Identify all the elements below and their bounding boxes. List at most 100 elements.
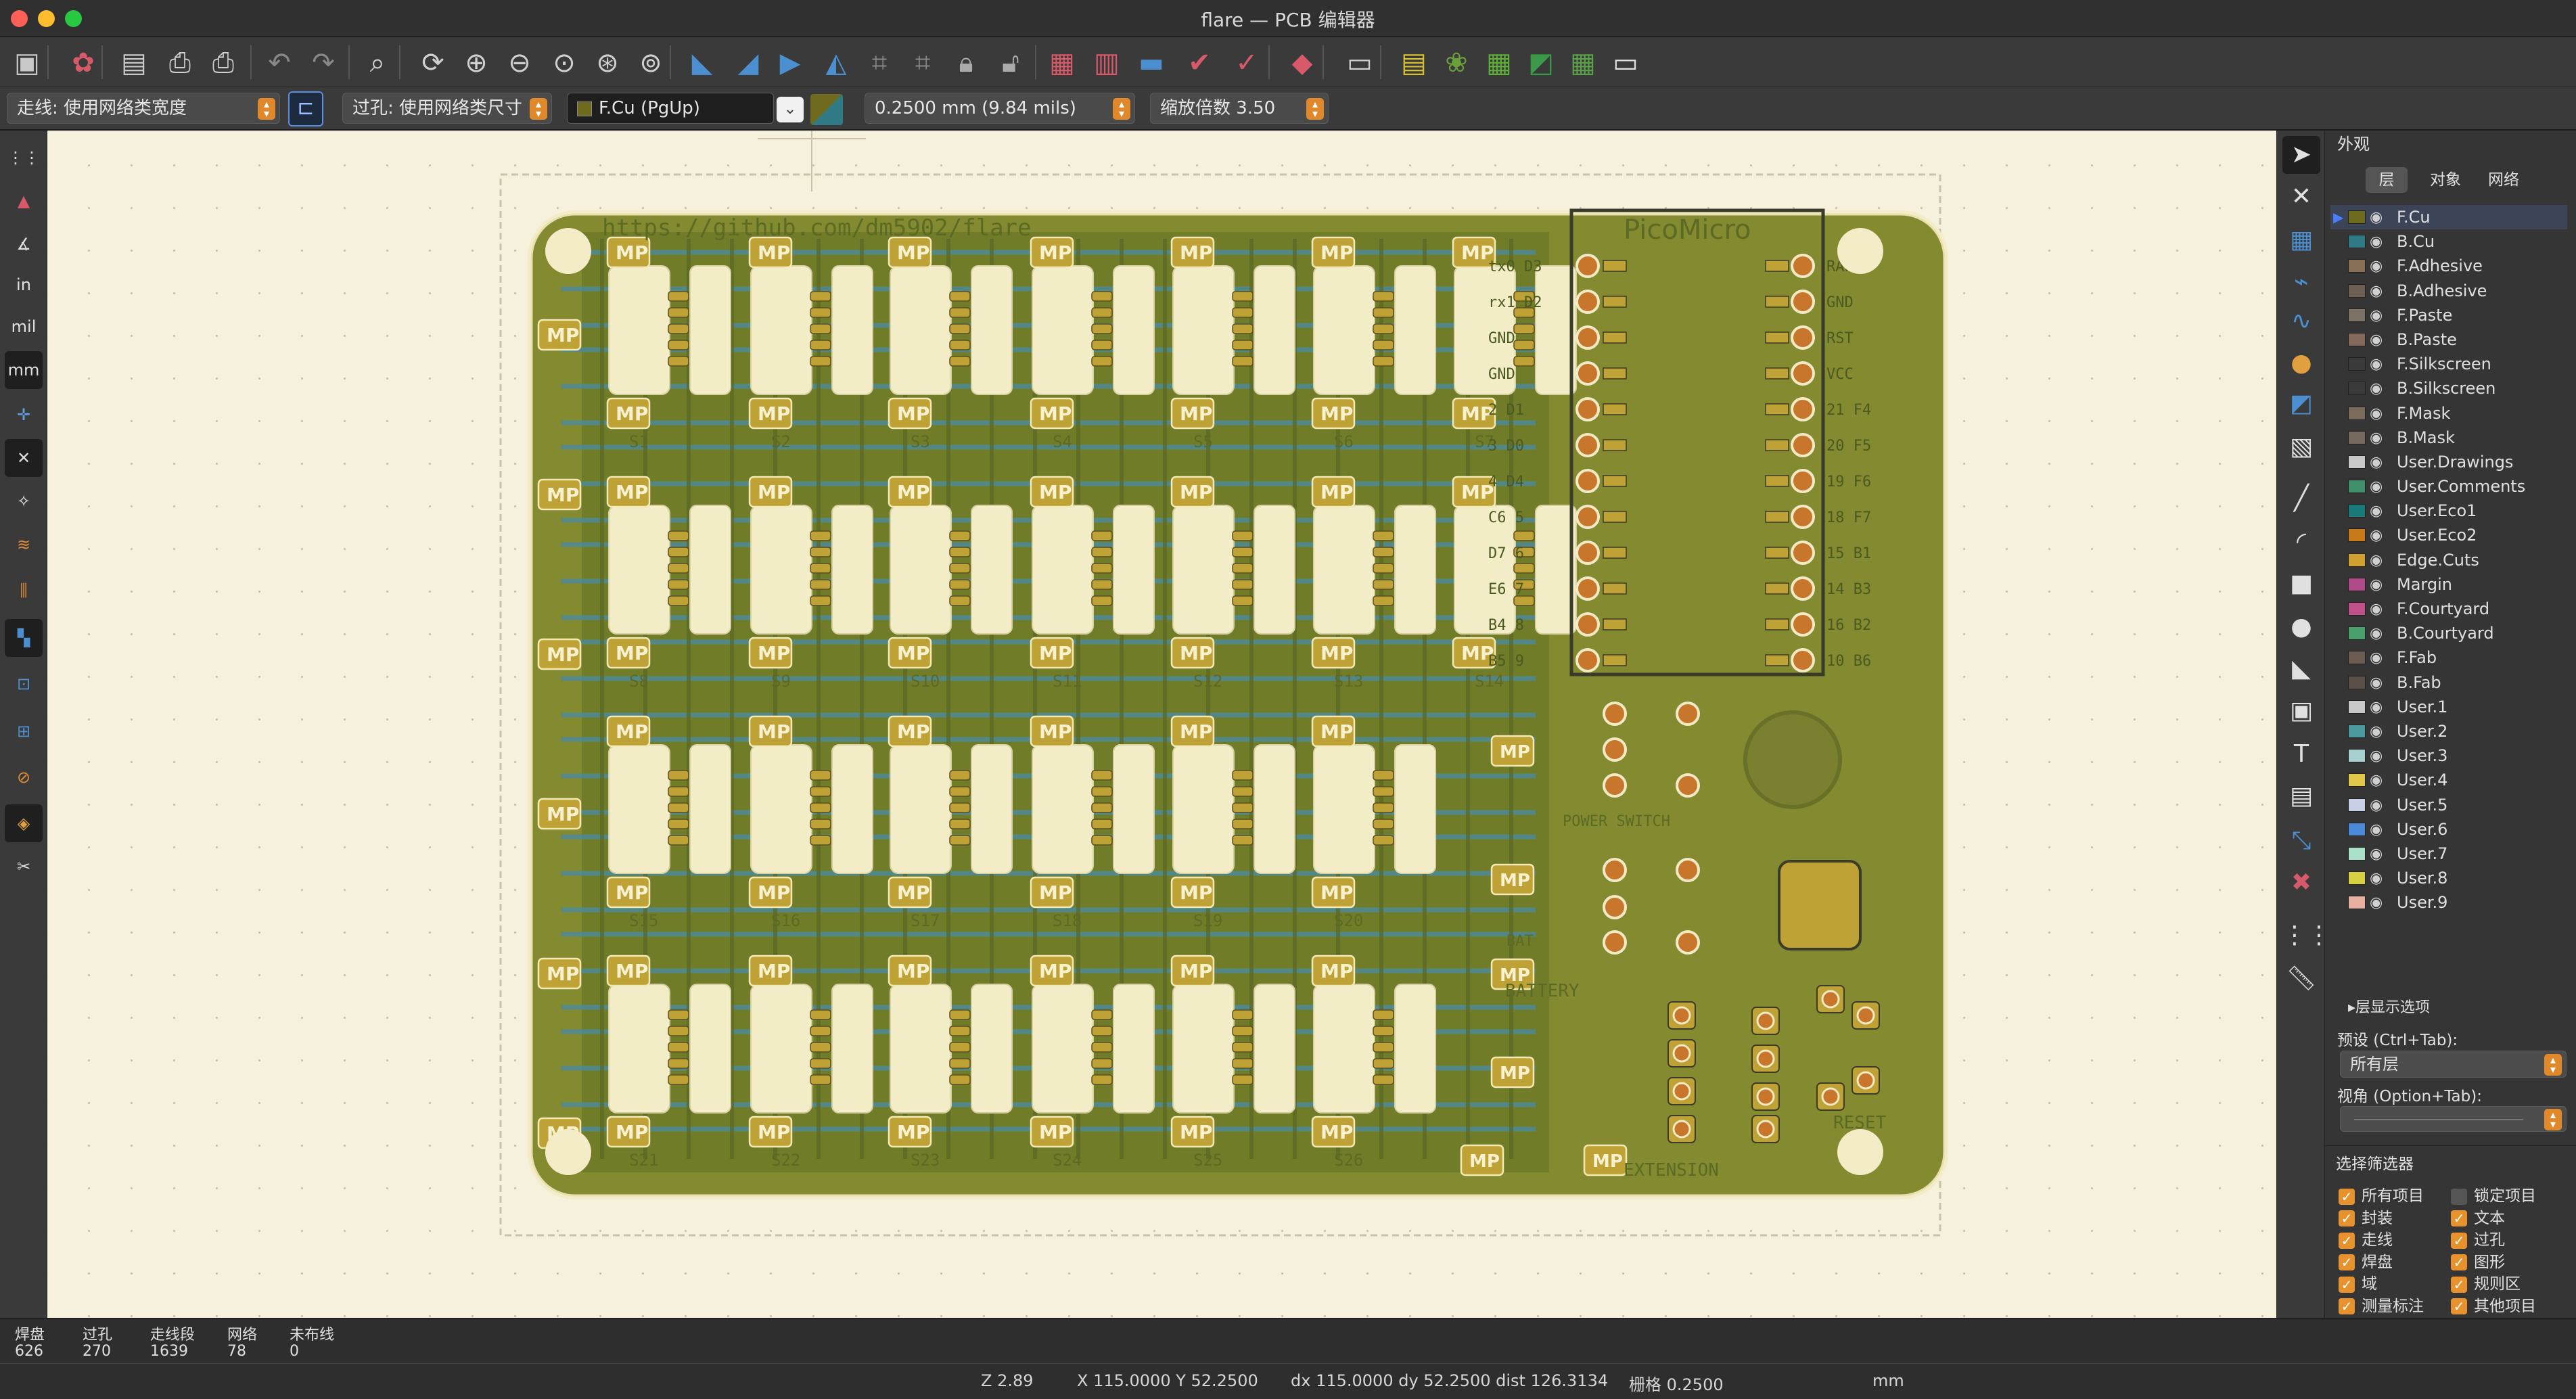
unlock-button[interactable]: 🔓︎ (992, 44, 1030, 82)
layer-row-user-1[interactable]: ◉ User.1 (2330, 695, 2567, 719)
mm-toggle[interactable]: mm (5, 351, 43, 389)
layer-color-swatch[interactable] (2348, 577, 2366, 591)
footprint-editor-button[interactable]: ▥ (1088, 44, 1126, 82)
rotate-cw-button[interactable]: ◢ (729, 44, 767, 82)
layer-color-swatch[interactable] (2348, 798, 2366, 812)
add-image-tool[interactable]: ▣ (2282, 692, 2320, 730)
eye-icon[interactable]: ◉ (2370, 818, 2383, 842)
eye-icon[interactable]: ◉ (2370, 230, 2383, 254)
filter-filters_right-2[interactable]: ✓ 过孔 (2451, 1230, 2505, 1250)
filter-filters_right-4[interactable]: ✓ 规则区 (2451, 1274, 2521, 1294)
eye-icon[interactable]: ◉ (2370, 597, 2383, 622)
zoom-in-button[interactable]: ⊕ (457, 44, 495, 82)
eye-icon[interactable]: ◉ (2370, 328, 2383, 352)
group-button[interactable]: ⌗ (860, 44, 898, 82)
checkbox-icon[interactable]: ✓ (2451, 1188, 2467, 1205)
layer-row-user-3[interactable]: ◉ User.3 (2330, 743, 2567, 768)
layer-row-user-7[interactable]: ◉ User.7 (2330, 842, 2567, 866)
eye-icon[interactable]: ◉ (2370, 549, 2383, 573)
layer-dropdown-button[interactable]: ⌄ (777, 97, 804, 122)
eye-icon[interactable]: ◉ (2370, 842, 2383, 867)
filter-filters_left-1[interactable]: ✓ 封装 (2339, 1208, 2393, 1229)
filter-filters_right-1[interactable]: ✓ 文本 (2451, 1208, 2505, 1229)
filter-filters_right-3[interactable]: ✓ 图形 (2451, 1252, 2505, 1272)
net-highlight-toggle[interactable]: ⫼ (5, 572, 43, 610)
layer-row-b-fab[interactable]: ◉ B.Fab (2330, 670, 2567, 695)
schematic-button[interactable]: ◆ (1283, 44, 1321, 82)
undo-button[interactable]: ↶ (260, 44, 298, 82)
save-button[interactable]: ▣ (8, 44, 46, 82)
plot-button[interactable]: ⎙ (204, 44, 242, 82)
route-helper-button[interactable]: ❀ (1438, 44, 1475, 82)
eye-icon[interactable]: ◉ (2370, 279, 2383, 304)
layer-color-swatch[interactable] (2348, 724, 2366, 738)
zoom-objects-button[interactable]: ⊛ (589, 44, 626, 82)
plugin3-button[interactable]: ▭ (1607, 44, 1644, 82)
page-settings-button[interactable]: ▤ (115, 44, 153, 82)
zone-outline-toggle[interactable]: ⊘ (5, 758, 43, 796)
layer-row-b-silkscreen[interactable]: ◉ B.Silkscreen (2330, 376, 2567, 400)
layer-row-f-adhesive[interactable]: ◉ F.Adhesive (2330, 254, 2567, 278)
settings-toggle[interactable]: ✂ (5, 848, 43, 886)
layer-row-f-cu[interactable]: ▶ ◉ F.Cu (2330, 205, 2567, 230)
add-rule-area-tool[interactable]: ▧ (2282, 428, 2320, 466)
layer-row-user-4[interactable]: ◉ User.4 (2330, 768, 2567, 792)
add-via-tool[interactable]: ● (2282, 344, 2320, 382)
checkbox-icon[interactable]: ✓ (2339, 1298, 2355, 1314)
flip-button[interactable]: ▶ (771, 44, 809, 82)
layer-color-swatch[interactable] (2348, 357, 2366, 371)
layer-row-user-2[interactable]: ◉ User.2 (2330, 719, 2567, 743)
mirror-button[interactable]: ◭ (817, 44, 855, 82)
layer-row-user-drawings[interactable]: ◉ User.Drawings (2330, 450, 2567, 474)
local-ratsnest-tool[interactable]: ✕ (2282, 178, 2320, 216)
checkbox-icon[interactable]: ✓ (2451, 1298, 2467, 1314)
checkbox-icon[interactable]: ✓ (2451, 1276, 2467, 1293)
hide-tracks-toggle[interactable]: ≋ (5, 526, 43, 564)
grid-toggle[interactable]: ⋮⋮ (5, 139, 43, 177)
filter-filters_left-5[interactable]: ✓ 测量标注 (2339, 1296, 2424, 1316)
add-footprint-tool[interactable]: ▦ (2282, 221, 2320, 259)
eye-icon[interactable]: ◉ (2370, 304, 2383, 328)
eye-icon[interactable]: ◉ (2370, 206, 2383, 230)
layer-color-swatch[interactable] (2348, 626, 2366, 641)
checkbox-icon[interactable]: ✓ (2339, 1254, 2355, 1270)
router-button[interactable]: ▤ (1395, 44, 1433, 82)
eye-icon[interactable]: ◉ (2370, 352, 2383, 377)
ungroup-button[interactable]: ⌗ (904, 44, 942, 82)
track-width-toggle-button[interactable]: ⊏ (288, 91, 323, 127)
plugin-button[interactable]: ◩ (1522, 44, 1560, 82)
ratsnest-toggle[interactable]: ✕ (5, 439, 43, 477)
layer-color-swatch[interactable] (2348, 749, 2366, 763)
eye-icon[interactable]: ◉ (2370, 891, 2383, 915)
tab-objects[interactable]: 对象 (2420, 167, 2471, 193)
layer-color-swatch[interactable] (2348, 896, 2366, 910)
layer-row-f-silkscreen[interactable]: ◉ F.Silkscreen (2330, 352, 2567, 376)
rotate-ccw-button[interactable]: ◣ (683, 44, 721, 82)
layer-row-b-paste[interactable]: ◉ B.Paste (2330, 327, 2567, 352)
filter-filters_right-0[interactable]: ✓ 锁定项目 (2451, 1186, 2536, 1206)
add-dimension-tool[interactable]: ⤡ (2282, 822, 2320, 860)
layer-color-swatch[interactable] (2348, 773, 2366, 787)
eye-icon[interactable]: ◉ (2370, 451, 2383, 475)
checkbox-icon[interactable]: ✓ (2451, 1210, 2467, 1226)
draw-polygon-tool[interactable]: ◣ (2282, 650, 2320, 688)
layer-row-b-courtyard[interactable]: ◉ B.Courtyard (2330, 621, 2567, 645)
eye-icon[interactable]: ◉ (2370, 720, 2383, 744)
checkbox-icon[interactable]: ✓ (2451, 1232, 2467, 1249)
layer-color-swatch[interactable] (2348, 430, 2366, 444)
polar-coords-toggle[interactable]: ∡ (5, 225, 43, 263)
preset-select[interactable]: 所有层 ▴ ▾ (2340, 1051, 2567, 1078)
tab-nets[interactable]: 网络 (2478, 167, 2529, 193)
checkbox-icon[interactable]: ✓ (2339, 1188, 2355, 1205)
add-textbox-tool[interactable]: ▤ (2282, 777, 2320, 815)
lock-button[interactable]: 🔒︎ (947, 44, 985, 82)
add-zone-tool[interactable]: ◩ (2282, 385, 2320, 423)
eye-icon[interactable]: ◉ (2370, 867, 2383, 891)
plugin2-button[interactable]: ▦ (1564, 44, 1602, 82)
zoom-selection-button[interactable]: ⊚ (632, 44, 670, 82)
tune-length-tool[interactable]: ∿ (2282, 302, 2320, 340)
scripting-console-button[interactable]: ▭ (1341, 44, 1379, 82)
redo-button[interactable]: ↷ (304, 44, 342, 82)
layer-color-swatch[interactable] (2348, 332, 2366, 346)
checkbox-icon[interactable]: ✓ (2339, 1232, 2355, 1249)
